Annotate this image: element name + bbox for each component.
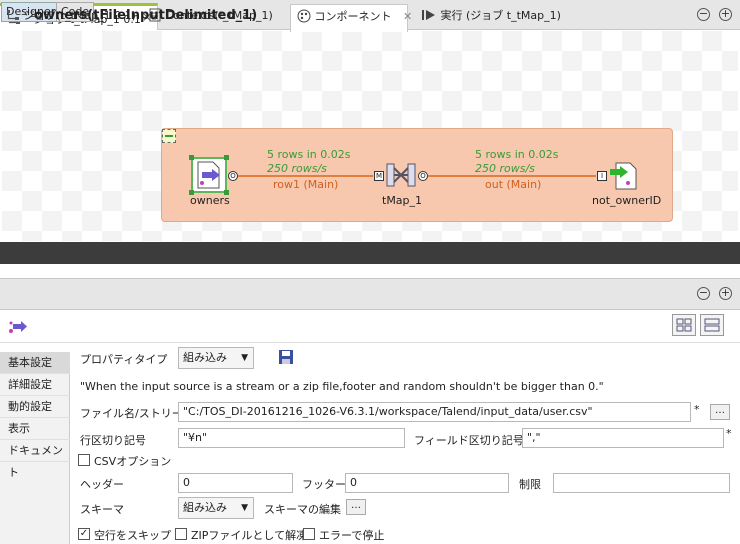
minimize-icon[interactable]: − <box>697 8 710 21</box>
required-marker: * <box>726 427 732 440</box>
browse-file-button[interactable]: … <box>710 404 730 420</box>
unzip-label: ZIPファイルとして解凍 <box>191 529 308 542</box>
row-separator-input[interactable]: "¥n" <box>178 428 405 448</box>
property-type-select[interactable]: 組み込み ▼ <box>178 347 254 369</box>
file-input-icon <box>197 161 220 189</box>
warning-text: "When the input source is a stream or a … <box>80 380 604 393</box>
run-icon <box>422 10 435 20</box>
layout-rows-button[interactable] <box>700 314 724 336</box>
tmap-component-icon[interactable] <box>385 160 417 192</box>
limit-input[interactable] <box>553 473 730 493</box>
chevron-down-icon: ▼ <box>241 503 248 513</box>
tmap-icon <box>386 163 416 187</box>
property-type-value: 組み込み <box>183 351 227 364</box>
filename-input[interactable]: "C:/TOS_DI-20161216_1026-V6.3.1/workspac… <box>178 402 691 422</box>
sidebar-item-view[interactable]: 表示 <box>0 418 70 440</box>
required-marker: * <box>694 403 700 416</box>
footer-input[interactable]: 0 <box>345 473 509 493</box>
unzip-checkbox[interactable] <box>175 528 187 540</box>
connection-row1-rate: 250 rows/s <box>267 162 327 175</box>
sidebar-item-dynamic[interactable]: 動的設定 <box>0 396 70 418</box>
footer-label: フッター <box>302 478 346 491</box>
bottom-tab-bar <box>0 278 740 310</box>
schema-label: スキーマ <box>80 503 124 516</box>
csv-option-label: CSVオプション <box>94 455 172 468</box>
sidebar-item-advanced[interactable]: 詳細設定 <box>0 374 70 396</box>
header-label: ヘッダー <box>80 478 124 491</box>
tab-run-label: 実行 (ジョブ t_tMap_1) <box>440 9 561 22</box>
header-input[interactable]: 0 <box>178 473 293 493</box>
connection-out-rate: 250 rows/s <box>475 162 535 175</box>
map-input-port: M <box>374 171 384 181</box>
rows-icon <box>704 318 720 332</box>
sidebar-item-documentation[interactable]: ドキュメント <box>0 440 70 479</box>
view-tab-bar <box>0 242 740 264</box>
edit-schema-label: スキーマの編集 <box>264 503 341 516</box>
stop-on-error-label: エラーで停止 <box>319 529 385 542</box>
stop-on-error-checkbox[interactable] <box>303 528 315 540</box>
maximize-icon[interactable]: + <box>719 8 732 21</box>
edit-schema-button[interactable]: … <box>346 499 366 515</box>
component-label-tmap: tMap_1 <box>382 194 423 207</box>
file-output-icon <box>610 162 637 190</box>
schema-select[interactable]: 組み込み ▼ <box>178 497 254 519</box>
skip-empty-rows-label: 空行をスキップ <box>94 529 171 542</box>
grid-icon <box>676 318 692 332</box>
settings-sidebar: 基本設定 詳細設定 動的設定 表示 ドキュメント <box>0 352 70 544</box>
schema-value: 組み込み <box>183 501 227 514</box>
input-port: I <box>597 171 607 181</box>
tab-component-label: コンポーネント <box>314 10 392 23</box>
row-separator-label: 行区切り記号 <box>80 434 146 447</box>
component-label-owners: owners <box>190 194 230 207</box>
limit-label: 制限 <box>519 478 541 491</box>
connection-out-label: out (Main) <box>485 178 542 191</box>
connection-row1-stats: 5 rows in 0.02s <box>267 148 351 161</box>
component-title: owners(tFileInputDelimited_1) <box>34 8 258 23</box>
output-port: O <box>228 171 238 181</box>
connection-row1-label: row1 (Main) <box>273 178 339 191</box>
field-separator-input[interactable]: "," <box>522 428 724 448</box>
csv-option-checkbox[interactable] <box>78 454 90 466</box>
filename-label: ファイル名/ストリーム <box>80 407 194 420</box>
tab-component[interactable]: コンポーネント ✕ <box>290 4 412 32</box>
job-icon <box>7 10 19 20</box>
output-port: O <box>418 171 428 181</box>
connection-out-stats: 5 rows in 0.02s <box>475 148 559 161</box>
connection-row1[interactable] <box>238 175 373 177</box>
sidebar-item-basic[interactable]: 基本設定 <box>0 352 70 374</box>
maximize-icon[interactable]: + <box>719 287 732 300</box>
minimize-icon[interactable]: − <box>697 287 710 300</box>
palette-icon <box>297 9 311 23</box>
component-header <box>0 311 740 343</box>
property-type-label: プロパティタイプ <box>80 353 168 366</box>
close-icon[interactable]: ✕ <box>403 10 412 23</box>
skip-empty-rows-checkbox[interactable]: ✓ <box>78 528 90 540</box>
file-input-icon <box>9 321 27 333</box>
connection-out[interactable] <box>428 175 596 177</box>
subjob-collapse-button[interactable] <box>162 129 176 143</box>
chevron-down-icon: ▼ <box>241 353 248 363</box>
component-label-not-ownerid: not_ownerID <box>592 194 662 207</box>
field-separator-label: フィールド区切り記号 <box>414 434 524 447</box>
save-icon[interactable] <box>278 349 294 365</box>
tab-run[interactable]: 実行 (ジョブ t_tMap_1) <box>421 4 561 32</box>
not-ownerid-component-icon[interactable] <box>608 160 640 192</box>
owners-component-icon[interactable] <box>191 157 227 193</box>
layout-grid-button[interactable] <box>672 314 696 336</box>
